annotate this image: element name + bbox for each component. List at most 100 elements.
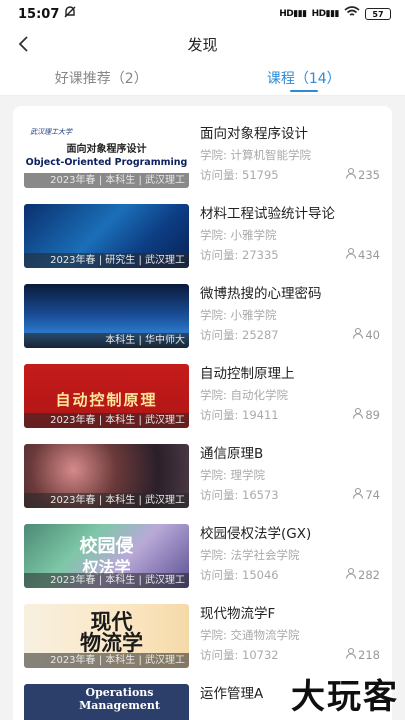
course-cover: 本科生 | 华中师大 bbox=[24, 284, 189, 348]
course-title: 微博热搜的心理密码 bbox=[200, 286, 322, 302]
signal-label: HD bbox=[279, 9, 294, 19]
course-info: 材料工程试验统计导论 学院: 小雅学院 访问量: 27335 434 bbox=[200, 204, 380, 263]
course-cover: 现代 物流学 2023年春 | 本科生 | 武汉理工 bbox=[24, 604, 189, 668]
school-prefix: 学院: bbox=[200, 548, 227, 562]
course-school: 学院: 交通物流学院 bbox=[200, 627, 380, 643]
course-cover: 2023年春 | 研究生 | 武汉理工 bbox=[24, 204, 189, 268]
visits-count: 16573 bbox=[242, 488, 279, 502]
course-students: 218 bbox=[345, 647, 380, 663]
tab-recommended[interactable]: 好课推荐（2） bbox=[0, 60, 203, 95]
course-item[interactable]: 自动控制原理 2023年春 | 本科生 | 武汉理工 自动控制原理上 学院: 自… bbox=[13, 354, 392, 434]
school-prefix: 学院: bbox=[200, 388, 227, 402]
course-title: 通信原理B bbox=[200, 446, 264, 462]
school-name: 交通物流学院 bbox=[230, 628, 300, 642]
course-stats: 访问量: 19411 89 bbox=[200, 407, 380, 423]
navigation-bar: 发现 bbox=[0, 28, 405, 60]
course-cover: 武汉理工大学 面向对象程序设计 Object-Oriented Programm… bbox=[24, 124, 189, 188]
cover-title: 自动控制原理 bbox=[55, 391, 158, 409]
course-students: 235 bbox=[345, 167, 380, 183]
students-count: 282 bbox=[358, 568, 380, 582]
school-prefix: 学院: bbox=[200, 308, 227, 322]
visits-count: 10732 bbox=[242, 648, 279, 662]
course-cover: 2023年春 | 本科生 | 武汉理工 bbox=[24, 444, 189, 508]
course-stats: 访问量: 51795 235 bbox=[200, 167, 380, 183]
mute-icon bbox=[63, 5, 77, 23]
school-prefix: 学院: bbox=[200, 228, 227, 242]
students-count: 89 bbox=[365, 408, 380, 422]
cover-subtitle: Management bbox=[79, 699, 160, 712]
course-info: 微博热搜的心理密码 学院: 小雅学院 访问量: 25287 40 bbox=[200, 284, 380, 343]
visits-count: 15046 bbox=[242, 568, 279, 582]
course-cover: 自动控制原理 2023年春 | 本科生 | 武汉理工 bbox=[24, 364, 189, 428]
visits-count: 51795 bbox=[242, 168, 279, 182]
course-stats: 访问量: 15046 282 bbox=[200, 567, 380, 583]
course-item[interactable]: 校园侵 权法学 2023年春 | 本科生 | 武汉理工 校园侵权法学(GX) 学… bbox=[13, 514, 392, 594]
page-title: 发现 bbox=[187, 35, 218, 54]
cover-title: 面向对象程序设计 bbox=[66, 144, 147, 155]
visits-prefix: 访问量: bbox=[200, 248, 239, 262]
course-school: 学院: 小雅学院 bbox=[200, 307, 380, 323]
course-item[interactable]: 2023年春 | 研究生 | 武汉理工 材料工程试验统计导论 学院: 小雅学院 … bbox=[13, 194, 392, 274]
status-right: HD▮▮▮ HD▮▮▮ 57 bbox=[279, 6, 391, 22]
course-item[interactable]: 本科生 | 华中师大 微博热搜的心理密码 学院: 小雅学院 访问量: 25287… bbox=[13, 274, 392, 354]
visits-prefix: 访问量: bbox=[200, 328, 239, 342]
school-prefix: 学院: bbox=[200, 468, 227, 482]
tab-courses[interactable]: 课程（14） bbox=[203, 60, 405, 95]
person-icon bbox=[345, 167, 357, 183]
school-prefix: 学院: bbox=[200, 148, 227, 162]
course-visits: 访问量: 51795 bbox=[200, 167, 279, 183]
watermark-logo: 大玩客 bbox=[291, 677, 399, 717]
course-cover: 校园侵 权法学 2023年春 | 本科生 | 武汉理工 bbox=[24, 524, 189, 588]
status-time: 15:07 bbox=[18, 6, 60, 22]
cover-caption: 2023年春 | 本科生 | 武汉理工 bbox=[24, 653, 189, 668]
course-title: 现代物流学F bbox=[200, 606, 276, 622]
school-prefix: 学院: bbox=[200, 628, 227, 642]
course-info: 通信原理B 学院: 理学院 访问量: 16573 74 bbox=[200, 444, 380, 503]
cover-subtitle: Object-Oriented Programming bbox=[25, 157, 188, 168]
course-title: 校园侵权法学(GX) bbox=[200, 526, 312, 542]
course-title: 材料工程试验统计导论 bbox=[200, 206, 335, 222]
course-stats: 访问量: 10732 218 bbox=[200, 647, 380, 663]
school-name: 小雅学院 bbox=[230, 228, 277, 242]
course-item[interactable]: 武汉理工大学 面向对象程序设计 Object-Oriented Programm… bbox=[13, 114, 392, 194]
visits-prefix: 访问量: bbox=[200, 408, 239, 422]
visits-count: 19411 bbox=[242, 408, 279, 422]
course-item[interactable]: 现代 物流学 2023年春 | 本科生 | 武汉理工 现代物流学F 学院: 交通… bbox=[13, 594, 392, 674]
course-school: 学院: 自动化学院 bbox=[200, 387, 380, 403]
person-icon bbox=[352, 487, 364, 503]
visits-prefix: 访问量: bbox=[200, 648, 239, 662]
wifi-icon bbox=[344, 6, 360, 22]
students-count: 235 bbox=[358, 168, 380, 182]
person-icon bbox=[345, 647, 357, 663]
course-visits: 访问量: 10732 bbox=[200, 647, 279, 663]
cover-caption: 2023年春 | 本科生 | 武汉理工 bbox=[24, 493, 189, 508]
course-info: 现代物流学F 学院: 交通物流学院 访问量: 10732 218 bbox=[200, 604, 380, 663]
students-count: 40 bbox=[365, 328, 380, 342]
cover-caption: 2023年春 | 研究生 | 武汉理工 bbox=[24, 253, 189, 268]
course-stats: 访问量: 27335 434 bbox=[200, 247, 380, 263]
cover-caption: 2023年春 | 本科生 | 武汉理工 bbox=[24, 573, 189, 588]
cover-title: Operations bbox=[85, 686, 154, 699]
cover-caption: 2023年春 | 本科生 | 武汉理工 bbox=[24, 173, 189, 188]
signal-label-2: HD bbox=[311, 9, 327, 19]
person-icon bbox=[352, 327, 364, 343]
course-info: 校园侵权法学(GX) 学院: 法学社会学院 访问量: 15046 282 bbox=[200, 524, 380, 583]
tab-bar: 好课推荐（2） 课程（14） bbox=[0, 60, 405, 96]
signal-icon: HD▮▮▮ bbox=[279, 9, 307, 19]
course-students: 434 bbox=[345, 247, 380, 263]
course-list: 武汉理工大学 面向对象程序设计 Object-Oriented Programm… bbox=[13, 106, 392, 720]
course-visits: 访问量: 15046 bbox=[200, 567, 279, 583]
signal-icon-2: HD▮▮▮ bbox=[311, 9, 340, 19]
course-students: 74 bbox=[352, 487, 380, 503]
back-arrow-icon[interactable] bbox=[12, 33, 34, 55]
visits-count: 27335 bbox=[242, 248, 279, 262]
course-item[interactable]: 2023年春 | 本科生 | 武汉理工 通信原理B 学院: 理学院 访问量: 1… bbox=[13, 434, 392, 514]
course-school: 学院: 小雅学院 bbox=[200, 227, 380, 243]
visits-prefix: 访问量: bbox=[200, 568, 239, 582]
course-title: 面向对象程序设计 bbox=[200, 126, 308, 142]
course-info: 自动控制原理上 学院: 自动化学院 访问量: 19411 89 bbox=[200, 364, 380, 423]
course-stats: 访问量: 16573 74 bbox=[200, 487, 380, 503]
visits-prefix: 访问量: bbox=[200, 488, 239, 502]
status-left: 15:07 bbox=[18, 5, 77, 23]
course-stats: 访问量: 25287 40 bbox=[200, 327, 380, 343]
